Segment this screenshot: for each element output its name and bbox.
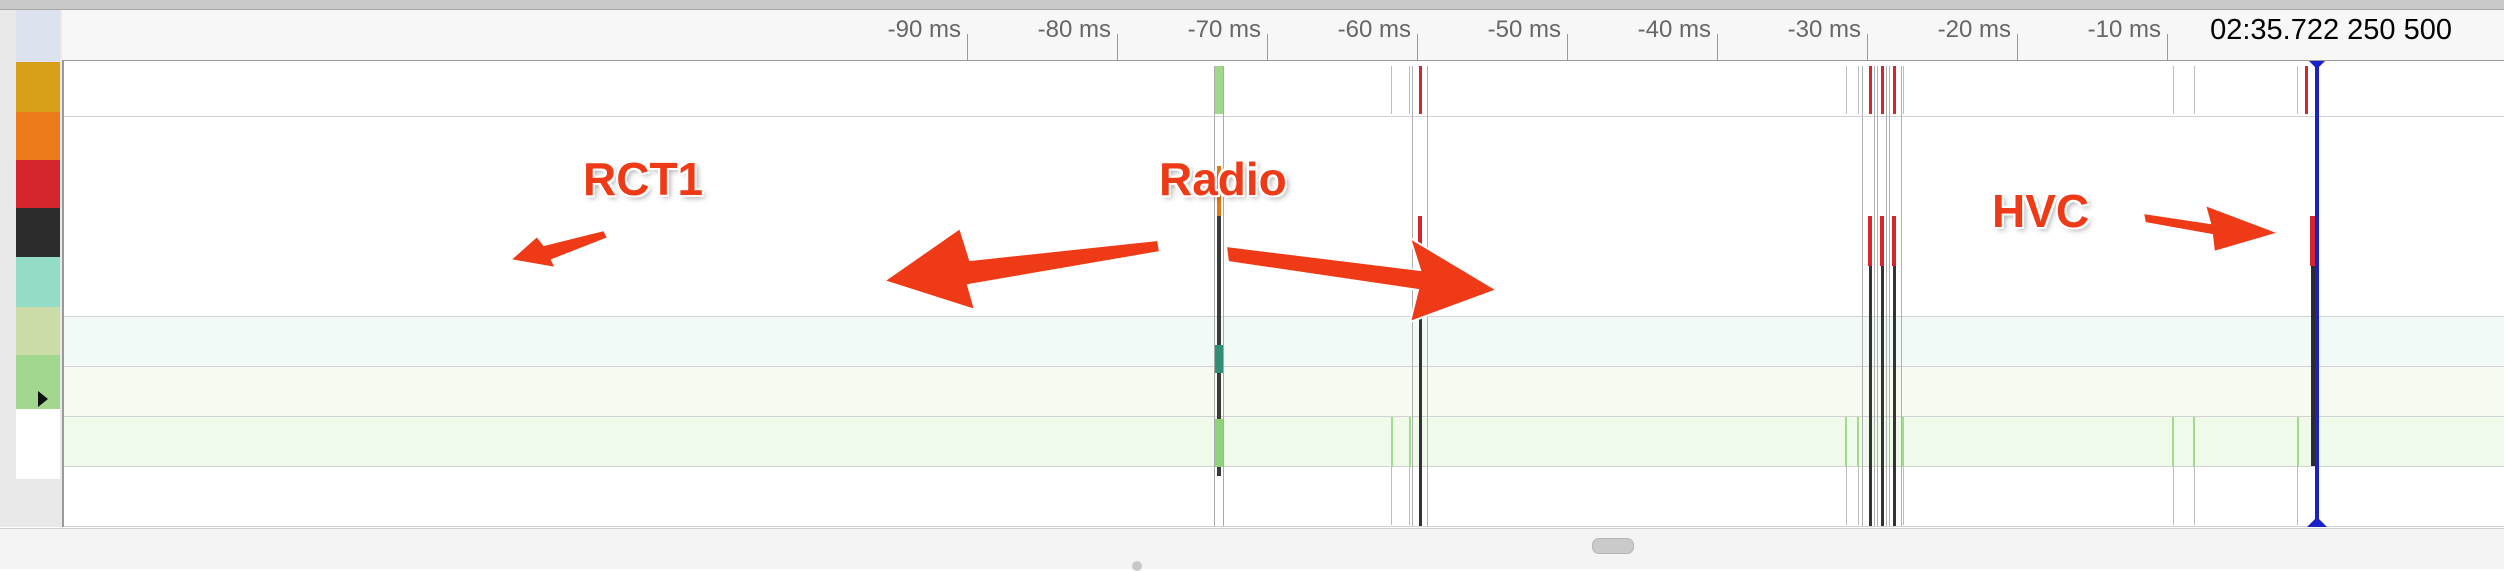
scrollbar-thumb[interactable]: [1592, 538, 1634, 554]
track-swatch: [16, 62, 60, 112]
ruler-tick-label: -50 ms: [1487, 16, 1561, 43]
radio-event-outline[interactable]: [1412, 66, 1413, 526]
radio-event-top[interactable]: [1880, 66, 1884, 114]
radio-event-outline[interactable]: [1874, 66, 1875, 526]
radio-event-outline[interactable]: [1889, 66, 1890, 526]
ruler-tick-label: -10 ms: [2087, 16, 2161, 43]
green-event-tick[interactable]: [1857, 417, 1859, 467]
green-event-tick[interactable]: [1390, 417, 1393, 467]
grey-outline-tick[interactable]: [1409, 467, 1410, 525]
green-event-tick[interactable]: [1408, 417, 1411, 467]
grey-outline-tick[interactable]: [1845, 66, 1847, 114]
track-swatch: [16, 307, 60, 355]
green-event-tick[interactable]: [1845, 417, 1847, 467]
grey-outline-tick[interactable]: [1902, 467, 1904, 525]
radio-event-outline[interactable]: [1886, 66, 1887, 526]
ruler-tick-label: -80 ms: [1037, 16, 1111, 43]
ruler-tick-label: -60 ms: [1337, 16, 1411, 43]
track-swatch: [16, 10, 60, 62]
ruler-tick: [1717, 34, 1718, 60]
grey-outline-tick[interactable]: [1845, 467, 1847, 525]
grey-outline-tick[interactable]: [2297, 467, 2298, 525]
grey-outline-tick[interactable]: [1409, 66, 1410, 114]
track-lane[interactable]: [64, 467, 2504, 527]
ruler-tick-label: -90 ms: [887, 16, 961, 43]
grey-outline-tick[interactable]: [2193, 66, 2195, 114]
track-swatch: [16, 257, 60, 307]
grey-outline-tick[interactable]: [2172, 467, 2174, 525]
grey-outline-tick[interactable]: [1902, 66, 1904, 114]
track-lane[interactable]: [64, 317, 2504, 367]
timeline-tracks[interactable]: [64, 61, 2504, 527]
radio-event-outline[interactable]: [1877, 66, 1878, 526]
track-lane[interactable]: [64, 417, 2504, 467]
playhead-cursor[interactable]: [2315, 61, 2319, 527]
time-ruler[interactable]: -90 ms -80 ms -70 ms -60 ms -50 ms -40 ms -30 …: [62, 10, 2504, 61]
ruler-tick: [967, 34, 968, 60]
ruler-tick-label: -30 ms: [1787, 16, 1861, 43]
radio-event-dark[interactable]: [1892, 266, 1896, 526]
rct1-event-teal[interactable]: [1215, 345, 1223, 373]
ruler-tick-label: -70 ms: [1187, 16, 1261, 43]
resize-handle-icon[interactable]: [1132, 561, 1142, 571]
green-event-tick[interactable]: [1902, 417, 1904, 467]
track-color-gutter: [0, 10, 64, 527]
track-lane[interactable]: [64, 367, 2504, 417]
track-lane[interactable]: [64, 61, 2504, 117]
radio-event-outline[interactable]: [1862, 66, 1863, 526]
radio-event-red[interactable]: [1892, 216, 1896, 266]
window-top-edge: [0, 0, 2504, 10]
expand-triangle-icon[interactable]: [38, 391, 48, 407]
track-lane[interactable]: [64, 117, 2504, 317]
annotation-rct1: RCT1: [583, 153, 704, 205]
hvc-event-dark[interactable]: [2310, 266, 2315, 466]
radio-event-outline[interactable]: [1427, 66, 1428, 526]
ruler-tick: [1267, 34, 1268, 60]
track-swatch: [16, 160, 60, 208]
grey-outline-tick[interactable]: [1857, 66, 1859, 114]
radio-event-red[interactable]: [1418, 216, 1422, 266]
green-event-tick[interactable]: [2296, 417, 2299, 467]
ruler-tick: [2017, 34, 2018, 60]
radio-event-top[interactable]: [1868, 66, 1872, 114]
ruler-tick: [1417, 34, 1418, 60]
radio-event-dark[interactable]: [1418, 266, 1422, 526]
rct1-event-outline[interactable]: [1223, 66, 1224, 526]
track-swatch: [16, 409, 60, 479]
ruler-tick: [1867, 34, 1868, 60]
radio-event-top[interactable]: [1418, 66, 1422, 114]
ruler-tick: [1567, 34, 1568, 60]
annotation-hvc: HVC: [1992, 185, 2090, 237]
radio-event-red[interactable]: [1868, 216, 1872, 266]
grey-outline-tick[interactable]: [2193, 467, 2195, 525]
track-swatch: [16, 112, 60, 160]
ruler-tick: [2167, 34, 2168, 60]
rct1-event-outline[interactable]: [1214, 66, 1215, 526]
radio-event-top[interactable]: [1892, 66, 1896, 114]
ruler-tick: [1117, 34, 1118, 60]
radio-event-dark[interactable]: [1880, 266, 1884, 526]
playhead-bottom-cap-icon[interactable]: [2307, 517, 2327, 527]
ruler-tick-label: -40 ms: [1637, 16, 1711, 43]
grey-outline-tick[interactable]: [2297, 66, 2298, 114]
cursor-timestamp: 02:35.722 250 500: [2210, 14, 2452, 47]
radio-event-dark[interactable]: [1868, 266, 1872, 526]
grey-outline-tick[interactable]: [1391, 467, 1392, 525]
green-event-tick[interactable]: [2172, 417, 2174, 467]
radio-event-red[interactable]: [1880, 216, 1884, 266]
track-swatch: [16, 208, 60, 257]
ruler-tick-label: -20 ms: [1937, 16, 2011, 43]
horizontal-scrollbar[interactable]: [0, 528, 2504, 571]
grey-outline-tick[interactable]: [2172, 66, 2174, 114]
grey-outline-tick[interactable]: [1391, 66, 1392, 114]
green-event-tick[interactable]: [2193, 417, 2195, 467]
hvc-event-top[interactable]: [2305, 66, 2308, 114]
annotation-radio: Radio: [1159, 153, 1287, 205]
playhead-top-cap-icon[interactable]: [2307, 61, 2327, 69]
grey-outline-tick[interactable]: [1857, 467, 1859, 525]
